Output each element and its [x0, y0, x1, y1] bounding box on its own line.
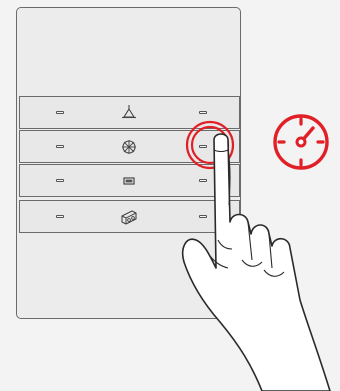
pointing-hand-icon: [181, 133, 331, 391]
speedometer-icon: [273, 114, 329, 170]
overlay-graphics: [181, 114, 331, 391]
illustration: [0, 0, 340, 391]
